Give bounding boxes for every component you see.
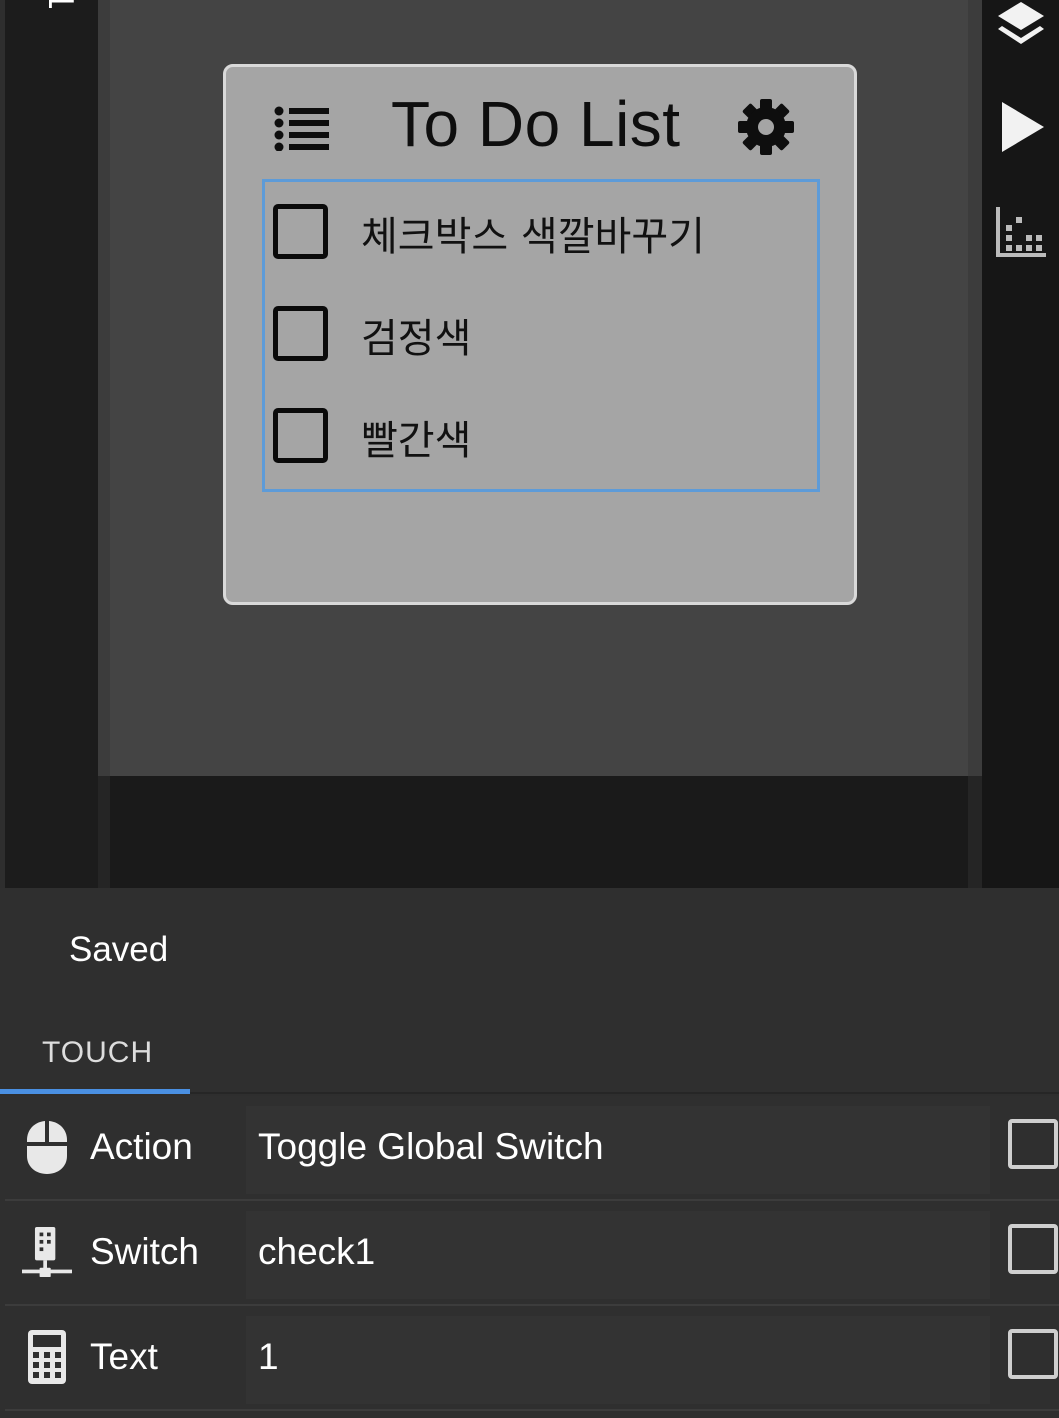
calculator-icon: [28, 1330, 66, 1384]
tab-touch[interactable]: TOUCH: [0, 1014, 190, 1094]
vertical-object-label: check1: [8, 0, 100, 90]
property-checkbox[interactable]: [1008, 1329, 1058, 1379]
left-edge: [0, 0, 5, 888]
row-divider: [5, 1409, 1059, 1411]
property-row-text[interactable]: Text 1: [0, 1306, 1059, 1411]
todo-item[interactable]: 검정색: [273, 302, 803, 364]
gear-icon[interactable]: [736, 97, 796, 157]
todo-item[interactable]: 빨간색: [273, 404, 803, 466]
property-checkbox[interactable]: [1008, 1224, 1058, 1274]
property-name: Action: [90, 1126, 193, 1167]
property-tabs: TOUCH: [0, 1014, 1059, 1094]
active-tab-indicator: [0, 1089, 190, 1094]
todo-checkbox[interactable]: [273, 408, 328, 463]
property-value: check1: [258, 1231, 376, 1272]
todo-checkbox[interactable]: [273, 204, 328, 259]
todo-item-label: 체크박스 색깔바꾸기: [361, 214, 705, 260]
chart-icon[interactable]: [994, 205, 1048, 259]
property-value-field[interactable]: 1: [246, 1316, 990, 1404]
property-value-field[interactable]: Toggle Global Switch: [246, 1106, 990, 1194]
todo-item-label: 빨간색: [361, 418, 472, 464]
property-value: 1: [258, 1336, 279, 1377]
status-bar: Saved: [0, 888, 1059, 1014]
todo-widget[interactable]: To Do List 체크박스 색깔바꾸기 검정색 빨간색: [223, 64, 857, 605]
saved-status-text: Saved: [69, 930, 169, 969]
property-value-field[interactable]: check1: [246, 1211, 990, 1299]
layers-icon[interactable]: [994, 0, 1048, 54]
todo-list[interactable]: 체크박스 색깔바꾸기 검정색 빨간색: [262, 179, 820, 492]
property-checkbox[interactable]: [1008, 1119, 1058, 1169]
object-name-label: check1: [40, 0, 80, 90]
mouse-icon: [27, 1121, 67, 1174]
todo-item[interactable]: 체크박스 색깔바꾸기: [273, 200, 803, 262]
property-row-action[interactable]: Action Toggle Global Switch: [0, 1096, 1059, 1201]
list-icon[interactable]: [274, 105, 330, 151]
canvas-footer: [110, 775, 968, 888]
todo-checkbox[interactable]: [273, 306, 328, 361]
right-toolbar: [982, 0, 1059, 888]
tab-touch-label: TOUCH: [42, 1036, 154, 1069]
widget-title: To Do List: [391, 88, 681, 160]
network-switch-icon: [22, 1227, 72, 1277]
play-icon[interactable]: [994, 100, 1048, 154]
property-value: Toggle Global Switch: [258, 1126, 604, 1167]
property-name: Text: [90, 1336, 158, 1377]
todo-item-label: 검정색: [361, 316, 472, 362]
property-name: Switch: [90, 1231, 199, 1272]
property-row-switch[interactable]: Switch check1: [0, 1201, 1059, 1306]
editor-area: check1 To Do List: [0, 0, 1059, 888]
